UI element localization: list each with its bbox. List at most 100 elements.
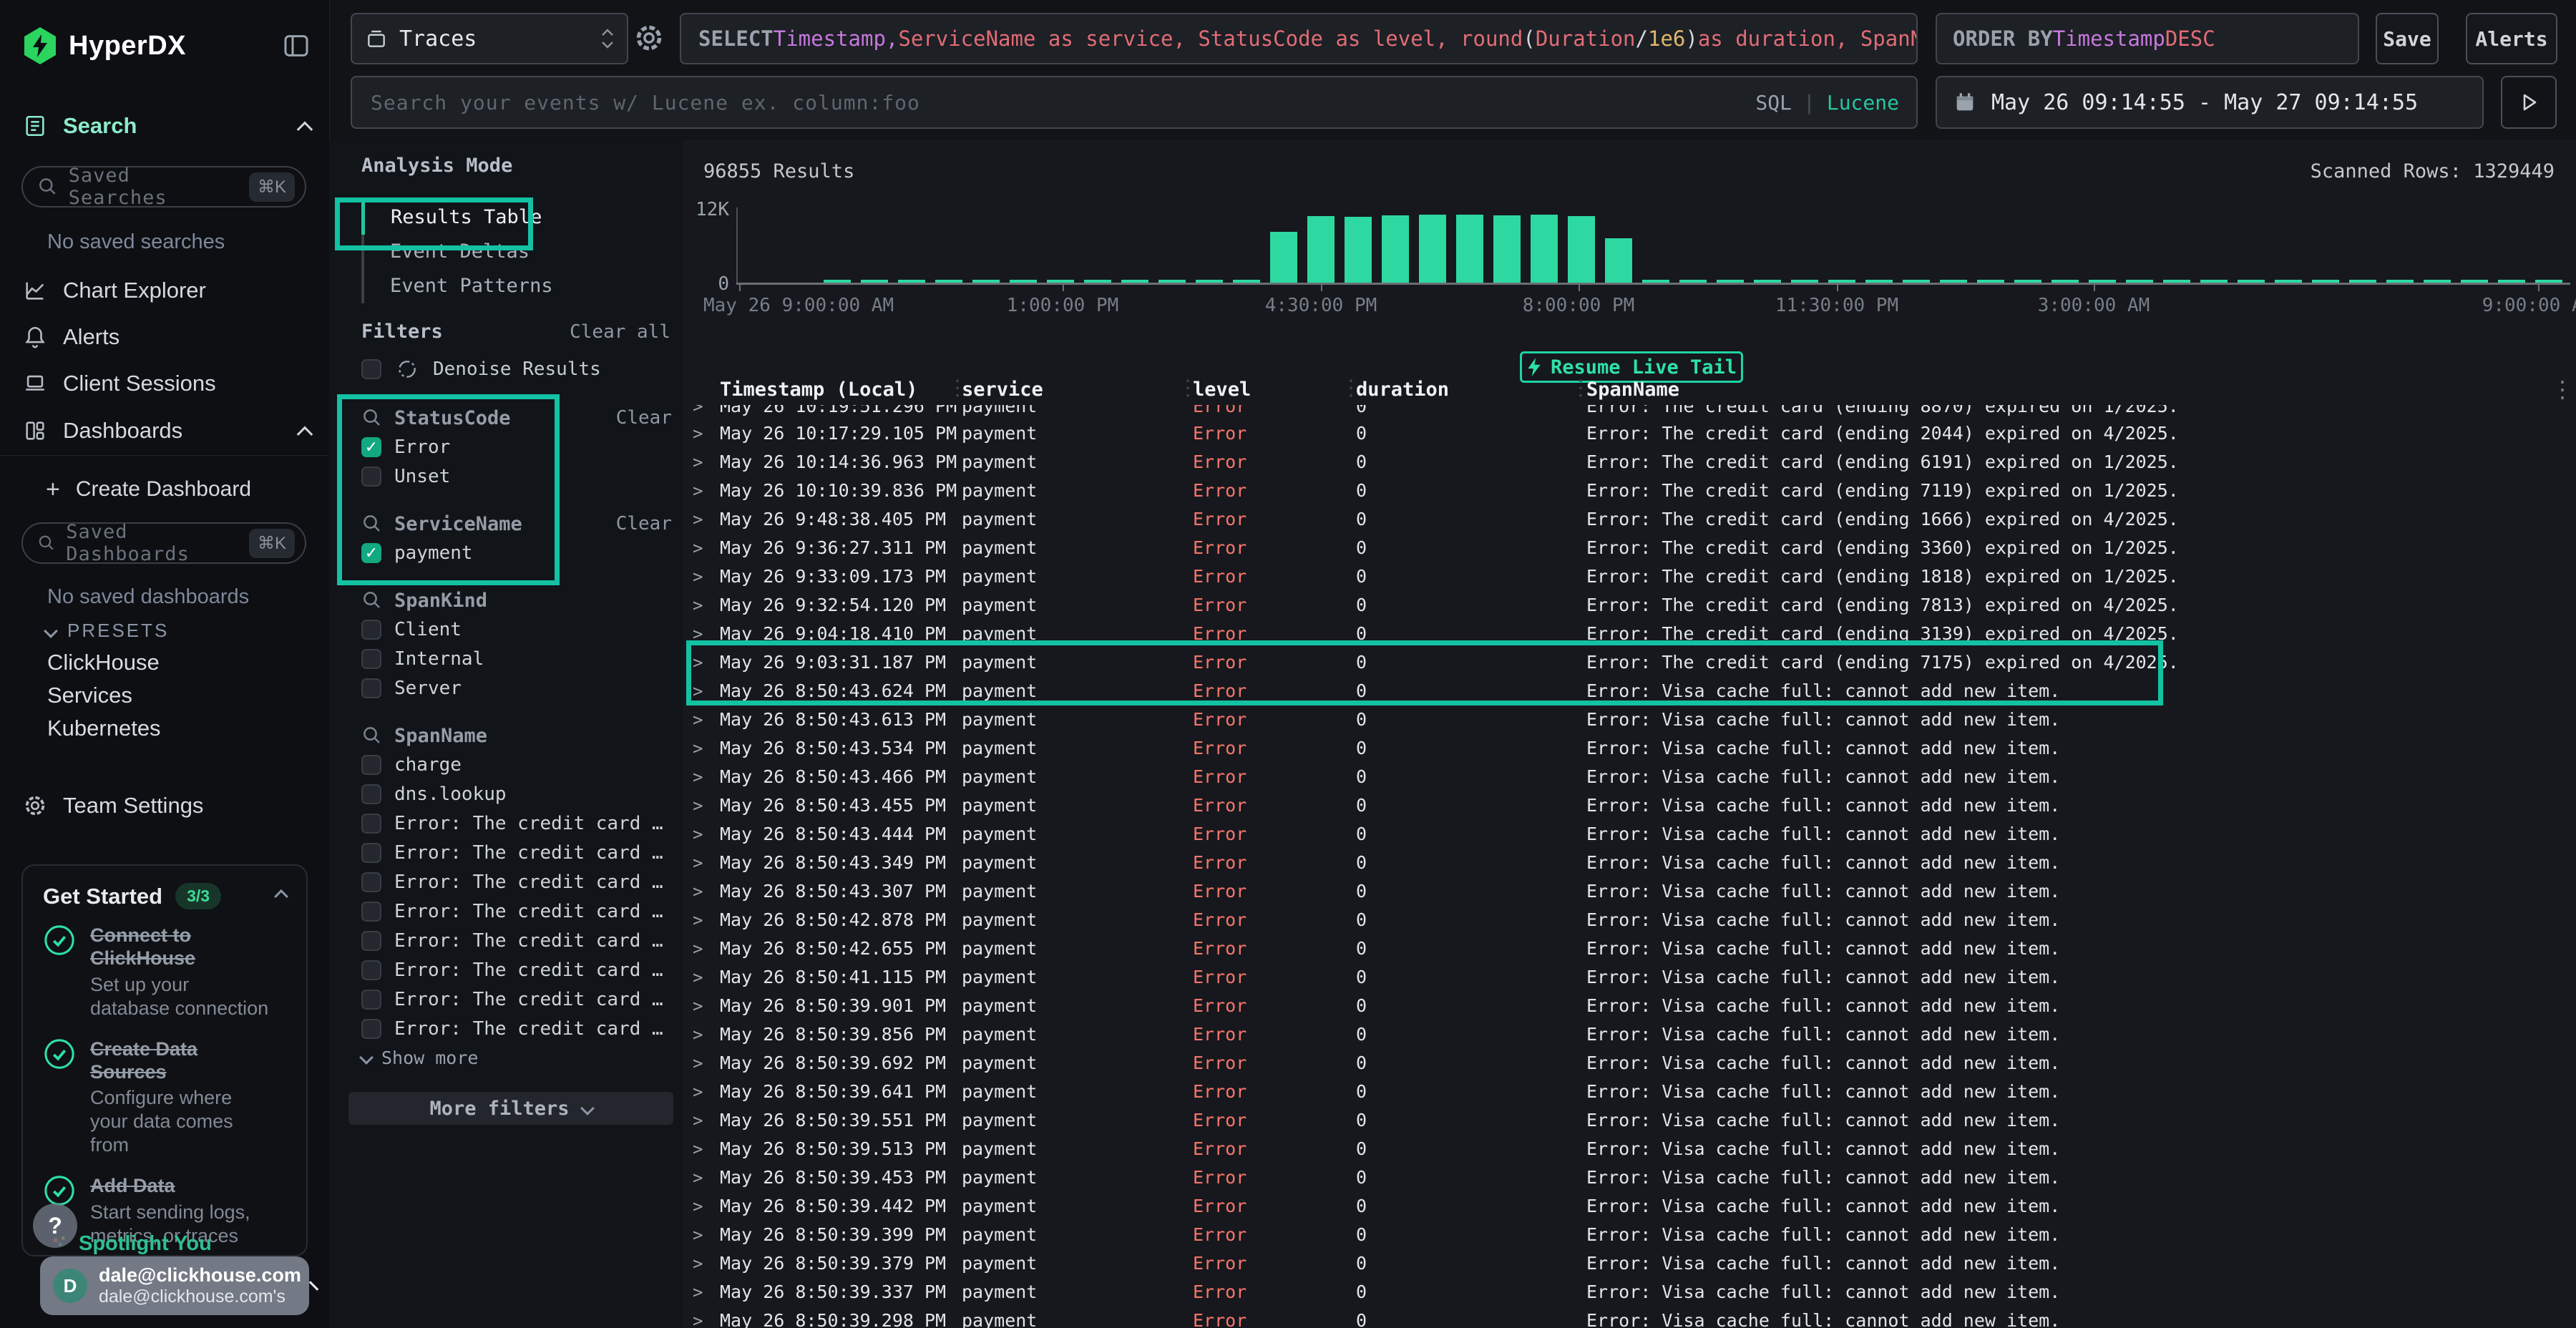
histogram-bar[interactable]	[1345, 217, 1372, 283]
histogram-bar[interactable]	[1493, 215, 1521, 283]
filter-option[interactable]: Error: The credit card …	[361, 897, 672, 926]
sidebar-item-clickhouse[interactable]: ClickHouse	[47, 650, 160, 675]
table-options-kebab-icon[interactable]: ⋮	[2551, 376, 2574, 403]
toggle-sql[interactable]: SQL	[1755, 91, 1792, 114]
create-dashboard-button[interactable]: + Create Dashboard	[46, 472, 311, 507]
chevron-up-icon[interactable]	[297, 426, 313, 443]
histogram-bar[interactable]	[1605, 238, 1632, 283]
more-filters-button[interactable]: More filters	[348, 1092, 673, 1125]
histogram-bar[interactable]	[1531, 215, 1558, 283]
clear-filter-link[interactable]: Clear	[616, 407, 672, 429]
collapse-sidebar-icon[interactable]	[282, 31, 311, 60]
table-row[interactable]: >May 26 8:50:43.307 PMpaymentError0Error…	[683, 877, 2576, 906]
sidebar-item-team-settings[interactable]: Team Settings	[23, 788, 311, 823]
save-button[interactable]: Save	[2376, 13, 2439, 64]
checkbox[interactable]	[361, 814, 381, 834]
toggle-lucene[interactable]: Lucene	[1827, 91, 1899, 114]
table-row[interactable]: >May 26 8:50:41.115 PMpaymentError0Error…	[683, 963, 2576, 992]
table-row[interactable]: >May 26 8:50:42.655 PMpaymentError0Error…	[683, 934, 2576, 963]
date-range-picker[interactable]: May 26 09:14:55 - May 27 09:14:55	[1936, 76, 2484, 129]
filter-option[interactable]: Error: The credit card …	[361, 926, 672, 955]
expand-row-chevron[interactable]: >	[693, 1192, 703, 1221]
table-row[interactable]: >May 26 8:50:39.453 PMpaymentError0Error…	[683, 1163, 2576, 1192]
table-row[interactable]: >May 26 9:32:54.120 PMpaymentError0Error…	[683, 591, 2576, 620]
expand-row-chevron[interactable]: >	[693, 1249, 703, 1278]
expand-row-chevron[interactable]: >	[693, 849, 703, 877]
table-row[interactable]: >May 26 10:17:29.105 PMpaymentError0Erro…	[683, 419, 2576, 448]
column-header-duration[interactable]: duration	[1356, 379, 1449, 401]
checkbox[interactable]	[361, 784, 381, 804]
checkbox[interactable]	[361, 1019, 381, 1039]
expand-row-chevron[interactable]: >	[693, 763, 703, 791]
column-header-spanname[interactable]: SpanName	[1586, 379, 1679, 401]
expand-row-chevron[interactable]: >	[693, 906, 703, 934]
show-more-link[interactable]: Show more	[361, 1043, 672, 1072]
filter-option[interactable]: Error: The credit card …	[361, 838, 672, 867]
table-row[interactable]: >May 26 8:50:43.534 PMpaymentError0Error…	[683, 734, 2576, 763]
checkbox[interactable]: ✓	[361, 437, 381, 457]
expand-row-chevron[interactable]: >	[693, 820, 703, 849]
expand-row-chevron[interactable]: >	[693, 1020, 703, 1049]
column-header-service[interactable]: service	[962, 379, 1043, 401]
checkbox[interactable]	[361, 755, 381, 775]
expand-row-chevron[interactable]: >	[693, 448, 703, 477]
checkbox[interactable]	[361, 649, 381, 669]
table-row[interactable]: >May 26 8:50:39.856 PMpaymentError0Error…	[683, 1020, 2576, 1049]
expand-row-chevron[interactable]: >	[693, 934, 703, 963]
table-row[interactable]: >May 26 8:50:43.455 PMpaymentError0Error…	[683, 791, 2576, 820]
expand-row-chevron[interactable]: >	[693, 677, 703, 706]
checkbox[interactable]	[361, 931, 381, 951]
chevron-up-icon[interactable]	[297, 122, 313, 138]
table-row[interactable]: >May 26 9:03:31.187 PMpaymentError0Error…	[683, 648, 2576, 677]
checkbox[interactable]	[361, 359, 381, 379]
table-row[interactable]: >May 26 9:36:27.311 PMpaymentError0Error…	[683, 534, 2576, 562]
source-select[interactable]: Traces	[351, 13, 628, 64]
sidebar-item-kubernetes[interactable]: Kubernetes	[47, 716, 161, 741]
sidebar-item-dashboards[interactable]: Dashboards	[23, 414, 311, 448]
histogram-bar[interactable]	[1382, 215, 1409, 283]
expand-row-chevron[interactable]: >	[693, 963, 703, 992]
histogram-bar[interactable]	[1307, 216, 1335, 283]
expand-row-chevron[interactable]: >	[693, 1049, 703, 1078]
expand-row-chevron[interactable]: >	[693, 706, 703, 734]
table-row[interactable]: >May 26 8:50:43.466 PMpaymentError0Error…	[683, 763, 2576, 791]
clear-filter-link[interactable]: Clear	[616, 513, 672, 534]
histogram-bar[interactable]	[1419, 215, 1446, 283]
checkbox[interactable]	[361, 872, 381, 892]
results-histogram[interactable]	[683, 209, 2576, 283]
table-row[interactable]: >May 26 8:50:39.692 PMpaymentError0Error…	[683, 1049, 2576, 1078]
filter-option[interactable]: Error: The credit card …	[361, 867, 672, 897]
checkbox[interactable]	[361, 960, 381, 980]
checkbox[interactable]	[361, 620, 381, 640]
sidebar-item-chart-explorer[interactable]: Chart Explorer	[23, 273, 311, 308]
table-row[interactable]: >May 26 8:50:39.901 PMpaymentError0Error…	[683, 992, 2576, 1020]
filter-option[interactable]: ✓payment	[361, 538, 672, 567]
checkbox[interactable]: ✓	[361, 543, 381, 563]
checkbox[interactable]	[361, 678, 381, 698]
sidebar-item-search[interactable]: Search	[23, 109, 311, 143]
presets-section[interactable]: PRESETS	[46, 620, 169, 642]
table-row[interactable]: >May 26 8:50:39.298 PMpaymentError0Error…	[683, 1307, 2576, 1328]
histogram-bar[interactable]	[1568, 216, 1595, 283]
expand-row-chevron[interactable]: >	[693, 405, 703, 419]
filter-option[interactable]: Error: The credit card …	[361, 1014, 672, 1043]
table-row-clipped[interactable]: >May 26 10:19:51.296 PMpaymentError0Erro…	[683, 405, 2576, 419]
expand-row-chevron[interactable]: >	[693, 562, 703, 591]
expand-row-chevron[interactable]: >	[693, 1078, 703, 1106]
user-profile-bar[interactable]: D dale@clickhouse.com dale@clickhouse.co…	[40, 1256, 309, 1315]
search-input[interactable]	[369, 90, 1755, 115]
analysis-mode-event-patterns[interactable]: Event Patterns	[361, 269, 669, 303]
help-button[interactable]: ?	[33, 1204, 77, 1248]
filter-option[interactable]: Unset	[361, 462, 672, 491]
table-row[interactable]: >May 26 8:50:43.349 PMpaymentError0Error…	[683, 849, 2576, 877]
checkbox[interactable]	[361, 990, 381, 1010]
table-row[interactable]: >May 26 8:50:39.337 PMpaymentError0Error…	[683, 1278, 2576, 1307]
column-header-timestamp[interactable]: Timestamp (Local)	[720, 379, 917, 401]
expand-row-chevron[interactable]: >	[693, 477, 703, 505]
expand-row-chevron[interactable]: >	[693, 1221, 703, 1249]
alerts-button[interactable]: Alerts	[2466, 13, 2557, 64]
expand-row-chevron[interactable]: >	[693, 1163, 703, 1192]
filter-option[interactable]: Client	[361, 615, 672, 644]
checkbox[interactable]	[361, 467, 381, 487]
run-query-button[interactable]	[2501, 76, 2557, 129]
